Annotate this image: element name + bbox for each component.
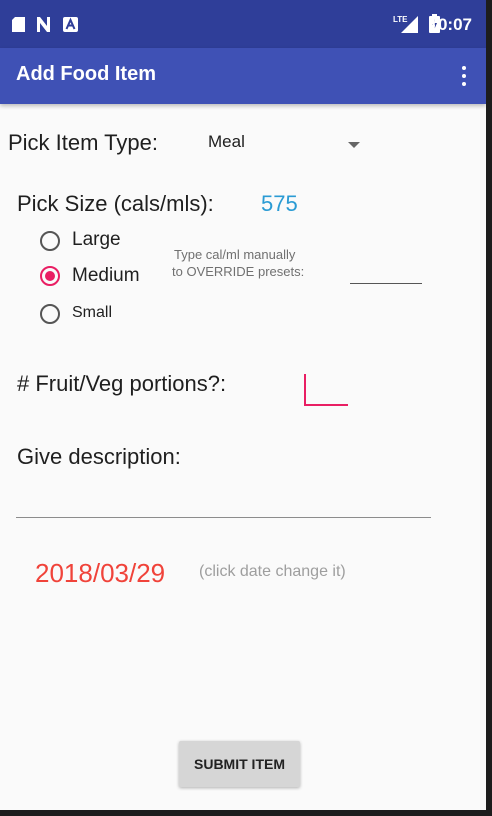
radio-button-checked-icon bbox=[40, 266, 60, 286]
overflow-menu-icon[interactable] bbox=[452, 62, 476, 90]
override-input-underline bbox=[350, 283, 422, 284]
item-type-value: Meal bbox=[208, 132, 245, 151]
svg-text:LTE: LTE bbox=[393, 15, 408, 24]
fruit-veg-label: # Fruit/Veg portions?: bbox=[17, 371, 227, 396]
override-hint: Type cal/ml manually to OVERRIDE presets… bbox=[172, 246, 304, 280]
radio-button-icon bbox=[40, 231, 60, 251]
a-icon bbox=[63, 17, 78, 32]
description-label: Give description: bbox=[17, 444, 181, 469]
radio-label: Small bbox=[72, 304, 113, 321]
app-bar: Add Food Item bbox=[0, 48, 486, 104]
text-cursor bbox=[304, 374, 306, 404]
size-value: 575 bbox=[261, 191, 298, 216]
fruit-veg-underline bbox=[304, 404, 348, 406]
override-hint-line1: Type cal/ml manually bbox=[174, 247, 296, 262]
lte-signal-icon: LTE bbox=[393, 15, 418, 33]
date-button[interactable]: 2018/03/29 bbox=[35, 558, 165, 589]
sd-card-icon bbox=[12, 17, 25, 32]
radio-label: Medium bbox=[72, 265, 140, 286]
device-frame-edge bbox=[0, 810, 492, 816]
submit-button[interactable]: SUBMIT ITEM bbox=[179, 741, 300, 787]
device-frame-edge bbox=[486, 0, 492, 816]
date-hint: (click date change it) bbox=[199, 563, 346, 580]
screen: LTE 10:07 Add Food Item Pick Item Type: … bbox=[0, 0, 486, 816]
override-hint-line2: to OVERRIDE presets: bbox=[172, 264, 305, 279]
radio-label: Large bbox=[72, 229, 121, 250]
description-underline bbox=[16, 517, 431, 518]
dropdown-arrow-icon bbox=[348, 142, 360, 148]
clock: 10:07 bbox=[428, 15, 472, 34]
description-input[interactable] bbox=[16, 485, 431, 517]
item-type-label: Pick Item Type: bbox=[8, 130, 158, 155]
radio-button-icon bbox=[40, 304, 60, 324]
n-icon bbox=[37, 17, 50, 32]
size-label: Pick Size (cals/mls): bbox=[17, 191, 214, 216]
status-bar: LTE 10:07 bbox=[0, 0, 486, 48]
page-title: Add Food Item bbox=[16, 63, 156, 85]
fruit-veg-input[interactable] bbox=[300, 372, 350, 408]
